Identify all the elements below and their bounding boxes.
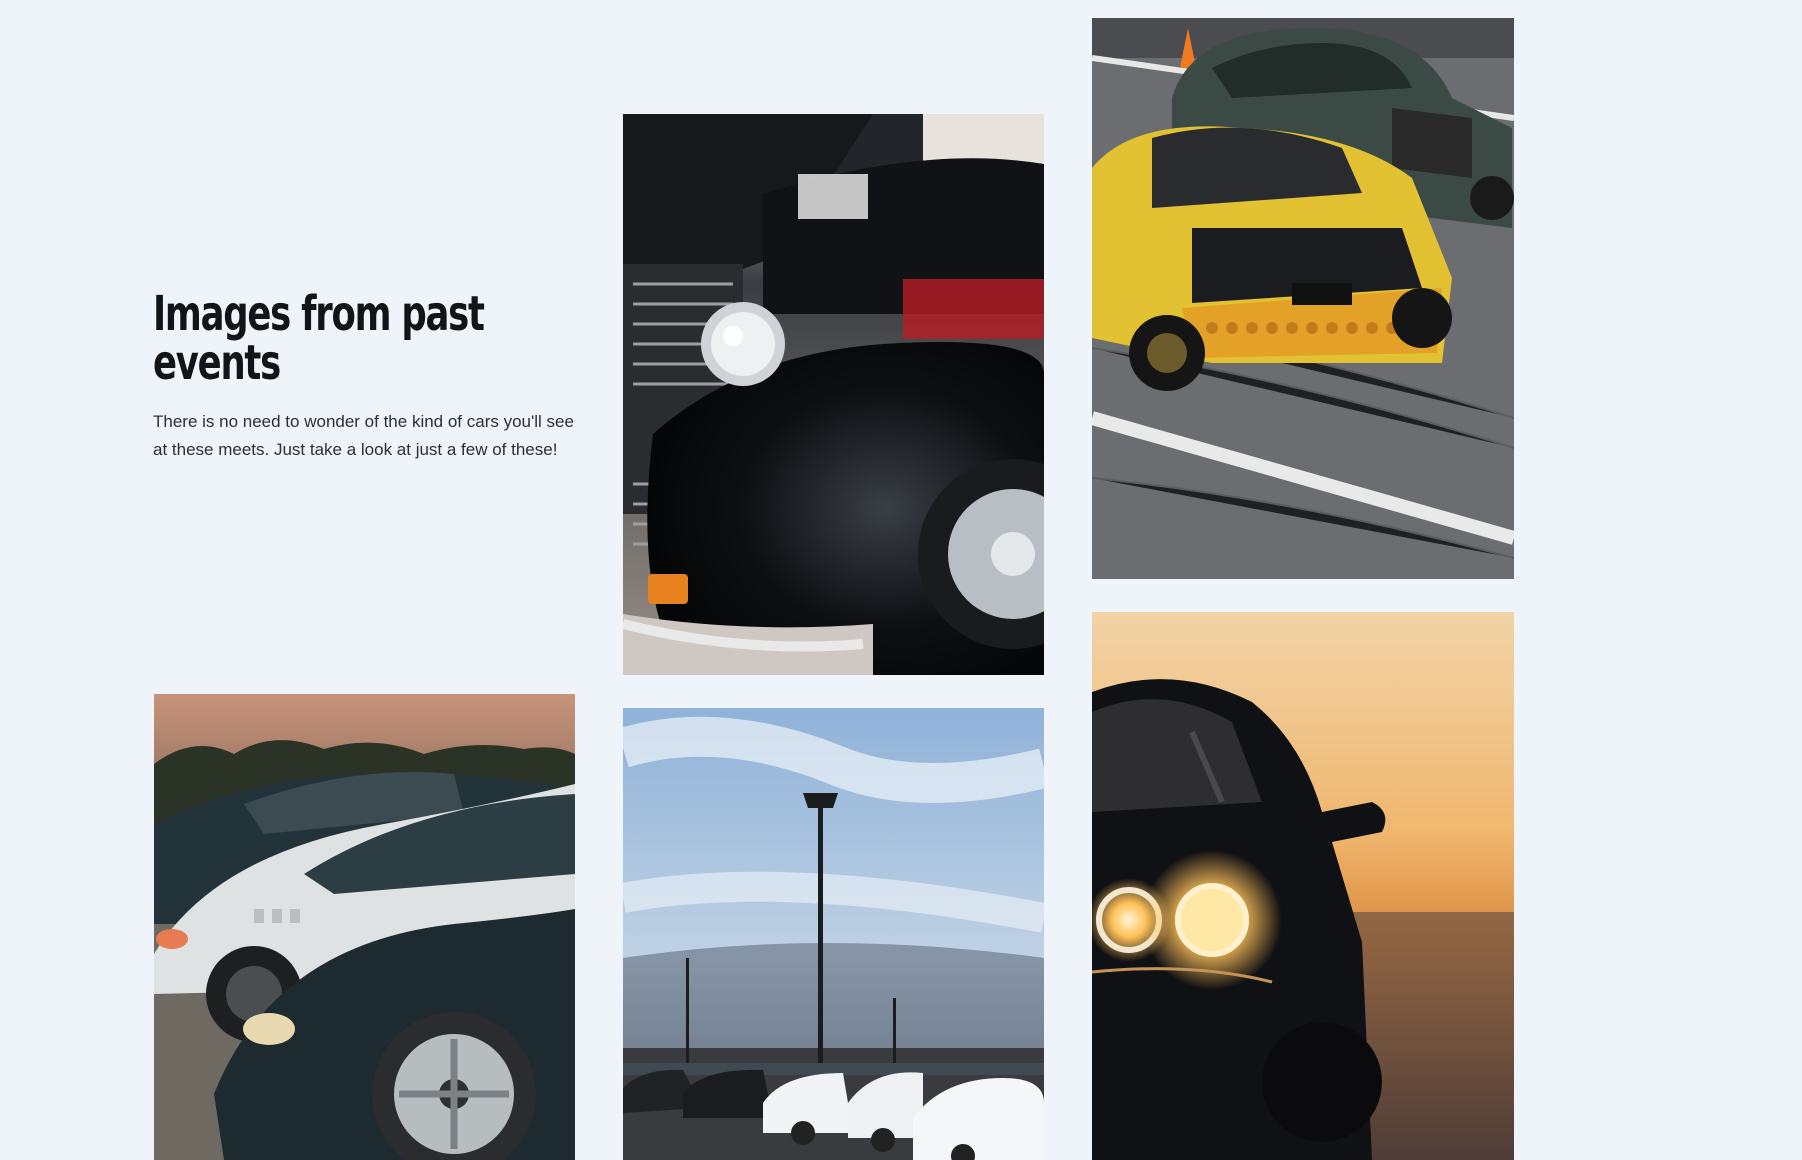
gallery-photo-parked-cars[interactable] (154, 694, 575, 1160)
gallery-photo-car-meet-lot[interactable] (623, 708, 1044, 1160)
intro-section: Images from past events There is no need… (153, 290, 583, 464)
parked-cars-image (154, 694, 575, 1160)
section-heading: Images from past events (153, 286, 485, 391)
section-description: There is no need to wonder of the kind o… (153, 412, 574, 459)
drift-cars-image (1092, 18, 1514, 579)
gallery-photo-muscle-car[interactable] (1092, 612, 1514, 1160)
car-meet-lot-image (623, 708, 1044, 1160)
muscle-car-image (1092, 612, 1514, 1160)
vintage-car-image (623, 114, 1044, 675)
page: Images from past events There is no need… (0, 0, 1802, 1160)
gallery-photo-drift-cars[interactable] (1092, 18, 1514, 579)
gallery-photo-vintage-car[interactable] (623, 114, 1044, 675)
